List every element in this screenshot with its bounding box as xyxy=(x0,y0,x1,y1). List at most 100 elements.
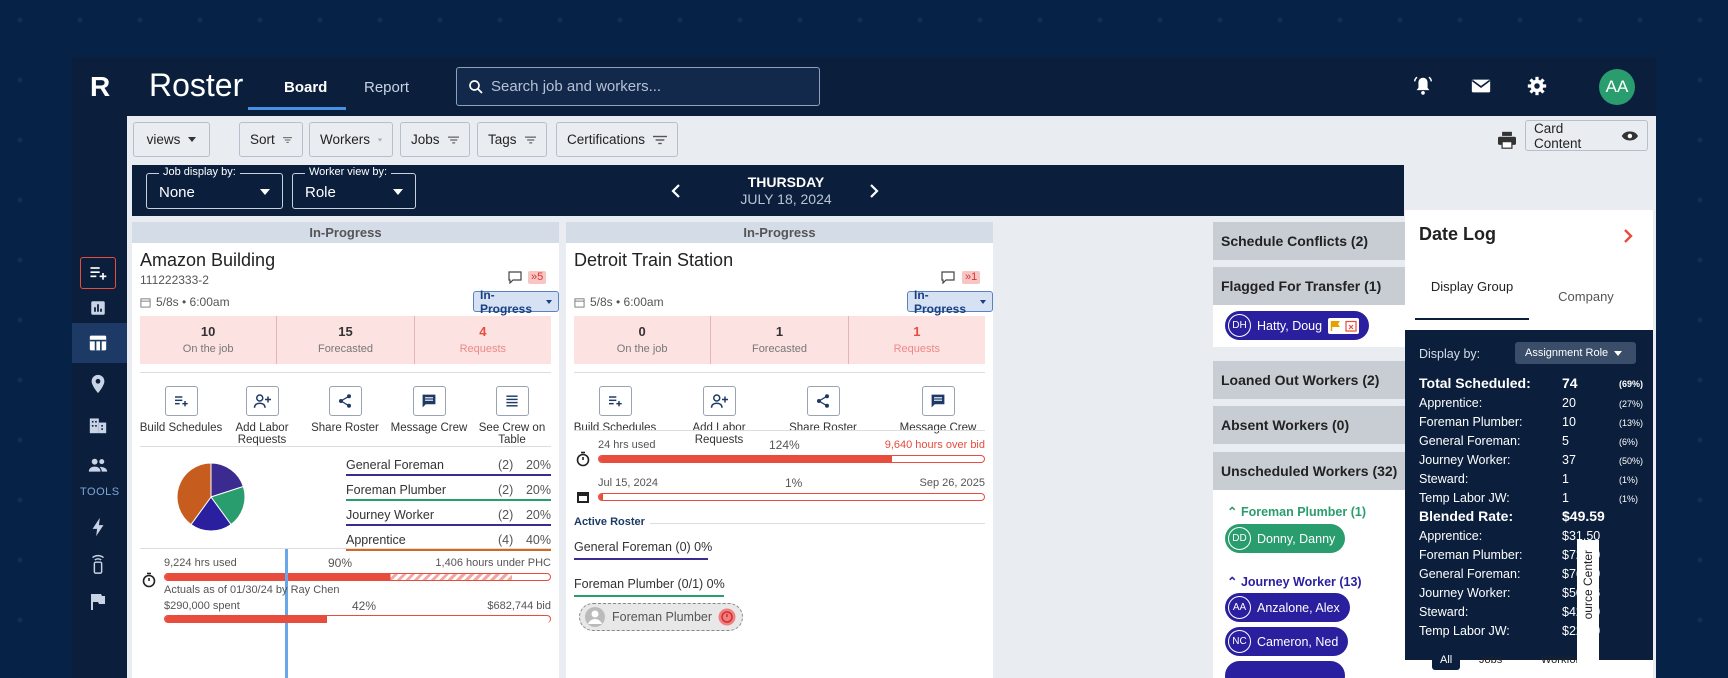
nav-companies[interactable] xyxy=(80,409,116,441)
stat-on-job[interactable]: 0 On the job xyxy=(574,316,710,364)
playlist-add-icon xyxy=(175,396,188,407)
stat-value: 15 xyxy=(338,324,353,339)
placeholder-role-name: Foreman Plumber xyxy=(612,610,713,624)
tab-report[interactable]: Report xyxy=(364,79,409,96)
worker-initials: DD xyxy=(1228,527,1251,550)
stat-requests[interactable]: 1 Requests xyxy=(847,316,985,364)
role-percent: 20% xyxy=(525,483,551,497)
tags-filter-button[interactable]: Tags xyxy=(477,122,547,157)
add-labor-requests-button[interactable]: Add Labor Requests xyxy=(217,386,307,446)
workers-filter-button[interactable]: Workers xyxy=(309,122,393,157)
nav-map[interactable] xyxy=(80,368,116,400)
message-crew-button[interactable]: Message Crew xyxy=(384,386,474,434)
job-status-value: In-Progress xyxy=(480,287,533,316)
add-labor-requests-button[interactable]: Add Labor Requests xyxy=(674,386,764,446)
share-roster-button[interactable]: Share Roster xyxy=(778,386,868,434)
comment-icon[interactable] xyxy=(508,271,522,284)
worker-chip[interactable] xyxy=(1225,661,1345,678)
tab-company[interactable]: Company xyxy=(1529,289,1643,304)
nav-add-schedule[interactable] xyxy=(80,257,116,289)
sort-button[interactable]: Sort xyxy=(239,122,303,157)
build-schedules-button[interactable]: Build Schedules xyxy=(570,386,660,434)
nav-flags[interactable] xyxy=(80,586,116,618)
worker-initials: NC xyxy=(1228,630,1251,653)
action-label: Message Crew xyxy=(899,422,977,434)
start-date: Jul 15, 2024 xyxy=(598,477,658,489)
placeholder-worker-chip[interactable]: Foreman Plumber xyxy=(579,603,743,631)
role-row[interactable]: Apprentice (4) 40% xyxy=(346,531,551,553)
nav-board[interactable] xyxy=(80,327,116,359)
job-card[interactable]: In-Progress Detroit Train Station 5/8s •… xyxy=(566,222,993,678)
certifications-filter-button[interactable]: Certifications xyxy=(556,122,678,157)
caret-down-icon xyxy=(260,189,270,195)
worker-chip[interactable]: DH Hatty, Doug xyxy=(1225,311,1370,340)
nav-reports[interactable] xyxy=(80,292,116,324)
segment-jobs[interactable]: Jobs xyxy=(1471,650,1510,670)
next-day-icon[interactable] xyxy=(868,183,880,199)
worker-view-select[interactable]: Worker view by: Role xyxy=(292,166,416,209)
flag-count-badge[interactable]: »5 xyxy=(528,271,547,284)
nav-quick-actions[interactable] xyxy=(80,511,116,543)
hours-used: 9,224 hrs used xyxy=(164,557,237,569)
jobs-filter-button[interactable]: Jobs xyxy=(400,122,470,157)
comment-icon[interactable] xyxy=(941,271,955,284)
views-dropdown[interactable]: views xyxy=(133,122,210,157)
action-label: Add Labor Requests xyxy=(235,422,289,446)
search-input[interactable] xyxy=(491,68,811,105)
user-avatar[interactable]: AA xyxy=(1599,69,1635,105)
tab-board[interactable]: Board xyxy=(284,79,327,96)
rate-role-label: Journey Worker: xyxy=(1419,586,1511,600)
flag-count-badge[interactable]: »1 xyxy=(962,271,981,284)
role-underline xyxy=(574,558,708,560)
app-logo[interactable]: R xyxy=(90,71,110,103)
display-by-select[interactable]: Assignment Role xyxy=(1515,342,1636,364)
job-name[interactable]: Amazon Building xyxy=(140,250,275,271)
job-display-select[interactable]: Job display by: None xyxy=(146,166,283,209)
role-row[interactable]: General Foreman (2) 20% xyxy=(346,456,551,478)
stat-on-job[interactable]: 10 On the job xyxy=(140,316,276,364)
role-row[interactable]: Journey Worker (2) 20% xyxy=(346,506,551,528)
prev-day-icon[interactable] xyxy=(670,183,682,199)
see-crew-on-table-button[interactable]: See Crew on Table xyxy=(467,386,557,446)
scheduled-role-value: 37 xyxy=(1562,453,1576,467)
stat-requests[interactable]: 4 Requests xyxy=(413,316,551,364)
worker-name: Cameron, Ned xyxy=(1257,634,1339,649)
roster-role-line[interactable]: General Foreman (0) 0% xyxy=(574,540,712,554)
print-icon[interactable] xyxy=(1497,131,1517,149)
rate-role-label: Foreman Plumber: xyxy=(1419,548,1523,562)
chevron-right-icon[interactable] xyxy=(1623,228,1633,244)
action-label: See Crew on Table xyxy=(478,422,546,446)
group-journey-worker[interactable]: ⌃ Journey Worker (13) xyxy=(1227,574,1362,589)
blended-rate-label: Blended Rate: xyxy=(1419,508,1514,524)
roster-role-line[interactable]: Foreman Plumber (0/1) 0% xyxy=(574,577,725,591)
share-icon xyxy=(339,394,351,408)
stat-forecasted[interactable]: 15 Forecasted xyxy=(276,316,413,364)
build-schedules-button[interactable]: Build Schedules xyxy=(136,386,226,434)
mail-icon[interactable] xyxy=(1470,75,1492,97)
message-crew-button[interactable]: Message Crew xyxy=(893,386,983,434)
bell-alert-icon[interactable] xyxy=(1412,75,1434,97)
tab-display-group[interactable]: Display Group xyxy=(1415,279,1529,294)
worker-chip[interactable]: DD Donny, Danny xyxy=(1225,524,1346,553)
tags-filter-label: Tags xyxy=(488,132,517,147)
role-row[interactable]: Foreman Plumber (2) 20% xyxy=(346,481,551,503)
job-schedule-text: 5/8s • 6:00am xyxy=(156,295,230,309)
hours-progress-bar xyxy=(598,455,985,463)
scheduled-role-value: 1 xyxy=(1562,491,1569,505)
job-status-select[interactable]: In-Progress xyxy=(907,288,993,316)
nav-device[interactable] xyxy=(80,548,116,580)
job-card[interactable]: In-Progress Amazon Building 111222333-2 … xyxy=(132,222,559,678)
worker-chip[interactable]: AA Anzalone, Alex xyxy=(1225,593,1350,622)
group-foreman-plumber[interactable]: ⌃ Foreman Plumber (1) xyxy=(1227,504,1366,519)
worker-chip[interactable]: NC Cameron, Ned xyxy=(1225,627,1349,656)
card-content-button[interactable]: Card Content xyxy=(1525,120,1648,151)
share-roster-button[interactable]: Share Roster xyxy=(300,386,390,434)
job-name[interactable]: Detroit Train Station xyxy=(574,250,733,271)
gear-icon[interactable] xyxy=(1526,75,1548,97)
job-status-select[interactable]: In-Progress xyxy=(473,288,559,316)
resource-center-tab[interactable]: ource Center xyxy=(1577,540,1599,678)
eye-icon xyxy=(1621,131,1639,140)
nav-workers[interactable] xyxy=(80,449,116,481)
segment-all[interactable]: All xyxy=(1432,650,1461,670)
stat-forecasted[interactable]: 1 Forecasted xyxy=(710,316,847,364)
